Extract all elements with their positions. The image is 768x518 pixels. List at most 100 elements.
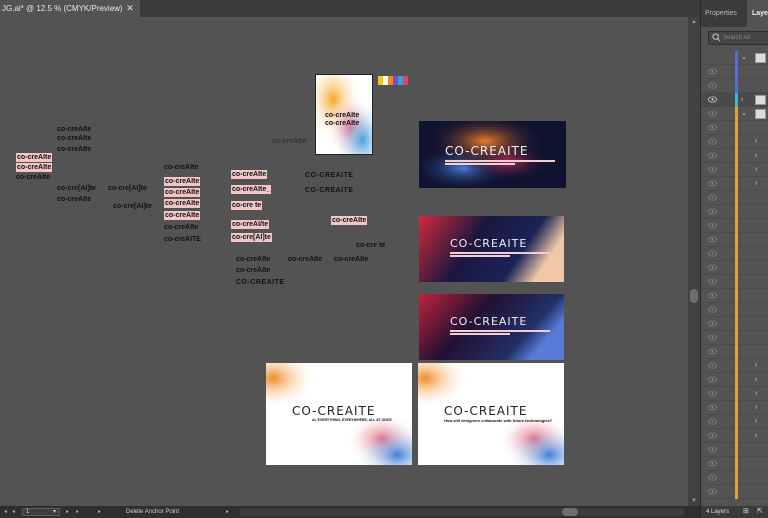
scroll-up-icon[interactable]: ▲ (688, 17, 700, 27)
text-object[interactable]: co-creAIte (164, 177, 201, 186)
eye-icon[interactable] (708, 362, 717, 369)
chevron-right-icon[interactable]: › (755, 359, 757, 373)
close-tab-icon[interactable]: ✕ (124, 0, 136, 17)
text-object[interactable]: co-creAIte (334, 255, 368, 264)
export-icon[interactable]: ⇱ (757, 506, 763, 518)
eye-icon[interactable] (708, 138, 717, 145)
layer-row[interactable]: › (701, 401, 768, 415)
chevron-right-icon[interactable]: › (755, 149, 757, 163)
text-object[interactable]: co-cre[AI]te (108, 184, 147, 193)
tab-properties[interactable]: Properties (705, 0, 745, 27)
text-object[interactable]: co-cre te (231, 201, 263, 210)
text-object[interactable]: co-creAITE (164, 235, 201, 244)
text-object[interactable]: co-creAIte (164, 188, 201, 197)
eye-icon[interactable] (708, 348, 717, 355)
layer-row[interactable] (701, 233, 768, 247)
eye-icon[interactable] (708, 82, 717, 89)
layer-row[interactable] (701, 219, 768, 233)
eye-icon[interactable] (708, 166, 717, 173)
eye-icon[interactable] (708, 460, 717, 467)
text-object[interactable]: co-creAIte_ (231, 185, 272, 194)
eye-icon[interactable] (708, 488, 717, 495)
eye-icon[interactable] (708, 236, 717, 243)
text-object[interactable]: co-creAIte (236, 266, 270, 275)
text-object[interactable]: CO-CREAITE (305, 186, 354, 195)
first-artboard-icon[interactable]: ◂ (4, 506, 7, 518)
layer-row[interactable]: › (701, 415, 768, 429)
layer-row[interactable]: › (701, 149, 768, 163)
text-object[interactable]: co-creAIte (236, 255, 270, 264)
scroll-down-icon[interactable]: ▼ (688, 496, 700, 506)
layer-row[interactable]: › (701, 135, 768, 149)
eye-icon[interactable] (708, 264, 717, 271)
artboard-canvas[interactable]: co-creAIte co-creAIte co-creAIte co-creA… (0, 17, 688, 506)
eye-icon[interactable] (708, 418, 717, 425)
eye-icon[interactable] (708, 390, 717, 397)
text-object[interactable]: co-cre[AI]te (113, 202, 152, 211)
text-object[interactable]: co-creAIte (57, 145, 91, 154)
tab-layers[interactable]: Layers (747, 0, 768, 27)
new-layer-icon[interactable]: ⊞ (743, 506, 749, 518)
chevron-right-icon[interactable]: › (755, 177, 757, 191)
layer-row[interactable] (701, 457, 768, 471)
light-artboard-1[interactable]: CO-CREAITE AI, EVERYTHING, EVERYWHERE, A… (266, 363, 412, 465)
text-object[interactable]: co-creAIte (57, 195, 91, 204)
text-object[interactable]: co-creAIte (16, 173, 50, 182)
layer-row[interactable]: › (701, 387, 768, 401)
text-object[interactable]: co-creAIte (16, 153, 53, 162)
document-tab[interactable]: JG.ai* @ 12.5 % (CMYK/Preview) (0, 0, 140, 17)
dark-artboard-1[interactable]: CO-CREAITE (419, 121, 566, 188)
layer-row[interactable] (701, 443, 768, 457)
eye-icon[interactable] (708, 334, 717, 341)
eye-icon[interactable] (708, 124, 717, 131)
eye-icon[interactable] (708, 292, 717, 299)
eye-icon[interactable] (708, 68, 717, 75)
chevron-right-icon[interactable]: › (741, 93, 743, 107)
light-artboard-2[interactable]: CO-CREAITE How will designers collaborat… (418, 363, 564, 465)
text-object[interactable]: co-creAI/te (231, 220, 270, 229)
text-object[interactable]: co-creAIte (288, 255, 322, 264)
layer-row[interactable] (701, 121, 768, 135)
eye-icon[interactable] (708, 278, 717, 285)
text-object[interactable]: co-cre[AI]te (57, 184, 96, 193)
eye-icon[interactable] (708, 446, 717, 453)
layer-row[interactable]: ⌄ (701, 51, 768, 65)
eye-icon[interactable] (708, 474, 717, 481)
dark-artboard-3[interactable]: CO-CREAITE (419, 294, 564, 360)
text-object[interactable]: co-creAIte (16, 163, 53, 172)
text-object[interactable]: CO-CREAITE (236, 278, 285, 287)
layer-row[interactable] (701, 303, 768, 317)
text-object[interactable]: co-creAIte (57, 134, 91, 143)
layer-row[interactable]: › (701, 359, 768, 373)
text-object[interactable]: co-creAIte (164, 223, 198, 232)
previous-artboard-icon[interactable]: ◂ (12, 506, 15, 518)
scroll-thumb[interactable] (690, 289, 698, 303)
layer-row[interactable] (701, 471, 768, 485)
text-object[interactable]: co-creAIte (164, 199, 201, 208)
chevron-right-icon[interactable]: › (755, 135, 757, 149)
eye-icon[interactable] (708, 194, 717, 201)
text-object[interactable]: co-creAIte (57, 125, 91, 134)
next-artboard-icon[interactable]: ▸ (66, 506, 69, 518)
text-object[interactable]: co-creAIte (164, 163, 198, 172)
layer-row[interactable]: ⌄ (701, 107, 768, 121)
chevron-down-icon[interactable]: ⌄ (741, 107, 747, 121)
layer-row[interactable] (701, 247, 768, 261)
eye-icon[interactable] (708, 110, 717, 117)
eye-icon[interactable] (708, 306, 717, 313)
layer-row[interactable] (701, 289, 768, 303)
layer-row[interactable] (701, 317, 768, 331)
layer-row[interactable] (701, 261, 768, 275)
chevron-right-icon[interactable]: › (755, 415, 757, 429)
status-menu-icon[interactable]: ▸ (226, 506, 229, 518)
eye-icon[interactable] (708, 208, 717, 215)
horizontal-scrollbar[interactable] (240, 508, 684, 516)
stepper-icon[interactable]: ▸ (98, 506, 101, 518)
text-object[interactable]: co-cre[AI]te (231, 233, 272, 242)
layer-row[interactable] (701, 65, 768, 79)
layer-row[interactable] (701, 79, 768, 93)
eye-icon[interactable] (708, 376, 717, 383)
layer-row[interactable]: › (701, 163, 768, 177)
vertical-scrollbar[interactable]: ▲ ▼ (688, 17, 700, 506)
eye-icon[interactable] (708, 96, 717, 103)
